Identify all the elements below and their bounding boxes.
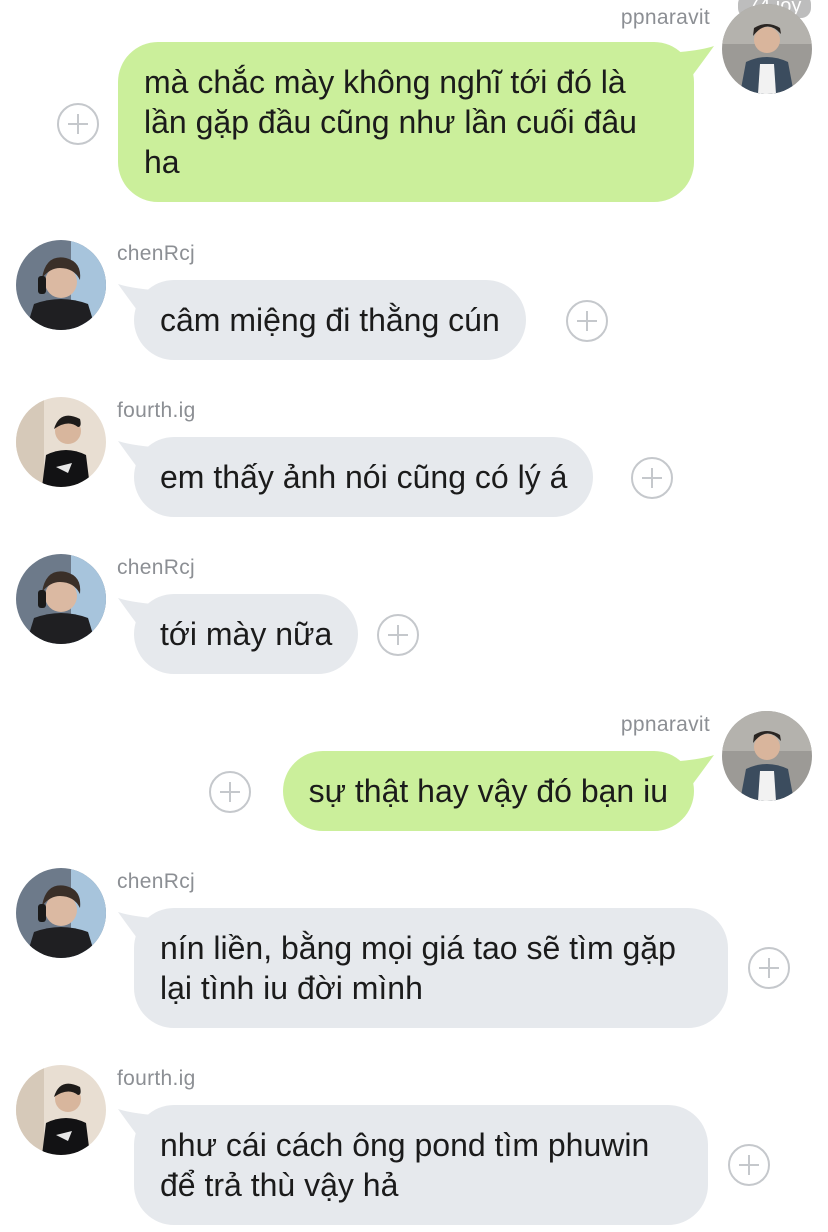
- add-reaction-icon[interactable]: [728, 1144, 770, 1186]
- avatar-image: [16, 240, 106, 330]
- avatar-chenrcj[interactable]: [16, 240, 106, 330]
- sender-name: fourth.ig: [117, 399, 196, 422]
- sender-name: fourth.ig: [117, 1067, 196, 1090]
- avatar-chenrcj[interactable]: [16, 554, 106, 644]
- sender-name: chenRcj: [117, 870, 195, 893]
- add-reaction-icon[interactable]: [209, 771, 251, 813]
- avatar-image: [16, 397, 106, 487]
- message-bubble-incoming[interactable]: tới mày nữa: [134, 594, 359, 674]
- bubble-tail: [680, 46, 714, 76]
- avatar-image: [722, 711, 812, 801]
- message-bubble-incoming[interactable]: như cái cách ông pond tìm phuwin để trả …: [134, 1105, 708, 1225]
- sender-name: ppnaravit: [620, 713, 710, 736]
- avatar-image: [16, 554, 106, 644]
- sender-name: ppnaravit: [620, 6, 710, 29]
- message-bubble-outgoing[interactable]: sự thật hay vậy đó bạn iu: [282, 751, 694, 831]
- avatar-fourth[interactable]: [16, 397, 106, 487]
- sender-name: chenRcj: [117, 242, 195, 265]
- add-reaction-icon[interactable]: [57, 103, 99, 145]
- add-reaction-icon[interactable]: [631, 457, 673, 499]
- add-reaction-icon[interactable]: [748, 947, 790, 989]
- message-bubble-incoming[interactable]: nín liền, bằng mọi giá tao sẽ tìm gặp lạ…: [134, 908, 728, 1028]
- message-bubble-incoming[interactable]: câm miệng đi thằng cún: [134, 280, 526, 360]
- add-reaction-icon[interactable]: [377, 614, 419, 656]
- bubble-tail: [680, 755, 714, 785]
- add-reaction-icon[interactable]: [566, 300, 608, 342]
- avatar-ppnaravit[interactable]: [722, 4, 812, 94]
- message-bubble-incoming[interactable]: em thấy ảnh nói cũng có lý á: [134, 437, 594, 517]
- avatar-image: [16, 1065, 106, 1155]
- avatar-image: [722, 4, 812, 94]
- avatar-chenrcj[interactable]: [16, 868, 106, 958]
- sender-name: chenRcj: [117, 556, 195, 579]
- avatar-fourth[interactable]: [16, 1065, 106, 1155]
- message-bubble-outgoing[interactable]: mà chắc mày không nghĩ tới đó là lần gặp…: [118, 42, 694, 202]
- avatar-image: [16, 868, 106, 958]
- avatar-ppnaravit[interactable]: [722, 711, 812, 801]
